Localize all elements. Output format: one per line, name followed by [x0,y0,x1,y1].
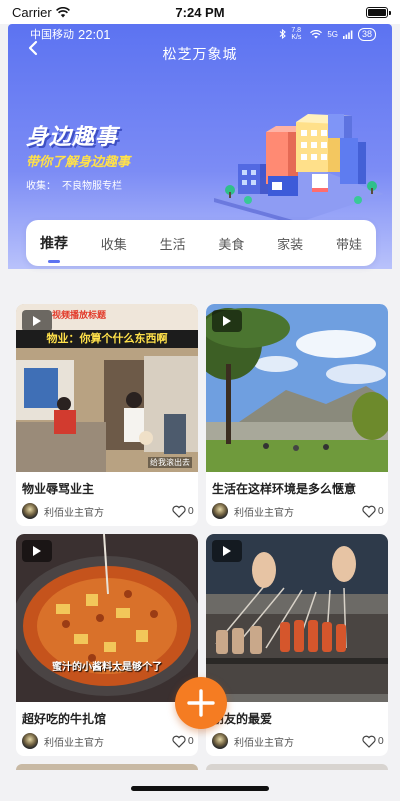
post-card[interactable]: 蜜汁的小酱料太是够个了 超好吃的牛扎馆 利佰业主官方 0 [16,534,198,756]
like-button[interactable]: 0 [172,735,194,748]
like-button[interactable]: 0 [362,505,384,518]
battery-icon [366,6,391,18]
author-name[interactable]: 利佰业主官方 [234,504,362,519]
video-badge [212,310,242,332]
collect-value: 不良物服专栏 [62,181,122,192]
page-title: 松芝万象城 [162,46,238,62]
hero-title: 身边趣事 [26,125,119,150]
play-icon [223,546,231,556]
ios-status-bar: Carrier 7:24 PM [0,0,400,24]
like-button[interactable]: 0 [172,505,194,518]
video-overlay-top: 视频播放标题 [52,311,107,321]
post-thumbnail[interactable] [206,534,388,702]
post-card[interactable]: 朋友的最爱 利佰业主官方 0 [206,534,388,756]
author-name[interactable]: 利佰业主官方 [44,734,172,749]
category-tabs: 推荐 收集 生活 美食 家装 带娃 [26,220,376,266]
video-caption: 蜜汁的小酱料太是够个了 [52,662,162,673]
next-post-peek [206,764,388,770]
hero-collect-info: 收集： 不良物服专栏 [26,177,122,192]
ios-carrier: Carrier [12,5,142,20]
heart-icon [172,735,186,748]
play-icon [223,316,231,326]
phone-screen: Carrier 7:24 PM 中国移动 22:01 7.8 K/s 5G 38 [0,0,400,801]
tab-decor[interactable]: 家装 [277,234,303,253]
post-thumbnail[interactable] [206,304,388,472]
add-post-button[interactable] [175,677,227,729]
like-count: 0 [187,505,194,517]
post-card[interactable]: 生活在这样环境是多么惬意 利佰业主官方 0 [206,304,388,526]
collect-label: 收集： [26,181,56,192]
tab-life[interactable]: 生活 [160,234,186,253]
tab-collect[interactable]: 收集 [101,234,127,253]
hero-subtitle: 带你了解身边趣事 [26,155,131,170]
wifi-icon [55,6,70,17]
author-avatar[interactable] [22,503,38,519]
author-avatar[interactable] [22,733,38,749]
post-card[interactable]: 视频播放标题 物业：你算个什么东西啊 给我滚出去 物业辱骂业主 利佰业主官方 0 [16,304,198,526]
post-meta: 利佰业主官方 0 [22,732,194,750]
next-post-peek [16,764,198,770]
ios-carrier-label: Carrier [12,4,52,20]
tab-parenting[interactable]: 带娃 [336,234,362,253]
author-name[interactable]: 利佰业主官方 [44,504,172,519]
nav-bar: 松芝万象城 [8,32,392,62]
like-count: 0 [377,735,384,747]
home-indicator[interactable] [131,786,269,791]
like-count: 0 [187,735,194,747]
heart-icon [362,735,376,748]
city-buildings-illustration [214,114,384,222]
tab-recommend[interactable]: 推荐 [40,233,68,263]
post-title[interactable]: 超好吃的牛扎馆 [22,710,194,727]
post-meta: 利佰业主官方 0 [22,502,194,520]
author-avatar[interactable] [212,503,228,519]
video-caption: 物业：你算个什么东西啊 [16,330,198,348]
play-icon [33,546,41,556]
post-thumbnail[interactable]: 蜜汁的小酱料太是够个了 [16,534,198,702]
video-badge [22,540,52,562]
author-name[interactable]: 利佰业主官方 [234,734,362,749]
author-avatar[interactable] [212,733,228,749]
video-overlay-bottom: 给我滚出去 [148,457,192,468]
post-meta: 利佰业主官方 0 [212,502,384,520]
video-badge [22,310,52,332]
post-thumbnail[interactable]: 视频播放标题 物业：你算个什么东西啊 给我滚出去 [16,304,198,472]
plus-icon [187,689,215,717]
video-badge [212,540,242,562]
tab-food[interactable]: 美食 [218,234,244,253]
ios-clock: 7:24 PM [175,4,225,20]
post-title[interactable]: 物业辱骂业主 [22,480,194,497]
heart-icon [172,505,186,518]
like-button[interactable]: 0 [362,735,384,748]
post-title[interactable]: 朋友的最爱 [212,710,384,727]
post-meta: 利佰业主官方 0 [212,732,384,750]
heart-icon [362,505,376,518]
play-icon [33,316,41,326]
post-title[interactable]: 生活在这样环境是多么惬意 [212,480,384,497]
like-count: 0 [377,505,384,517]
